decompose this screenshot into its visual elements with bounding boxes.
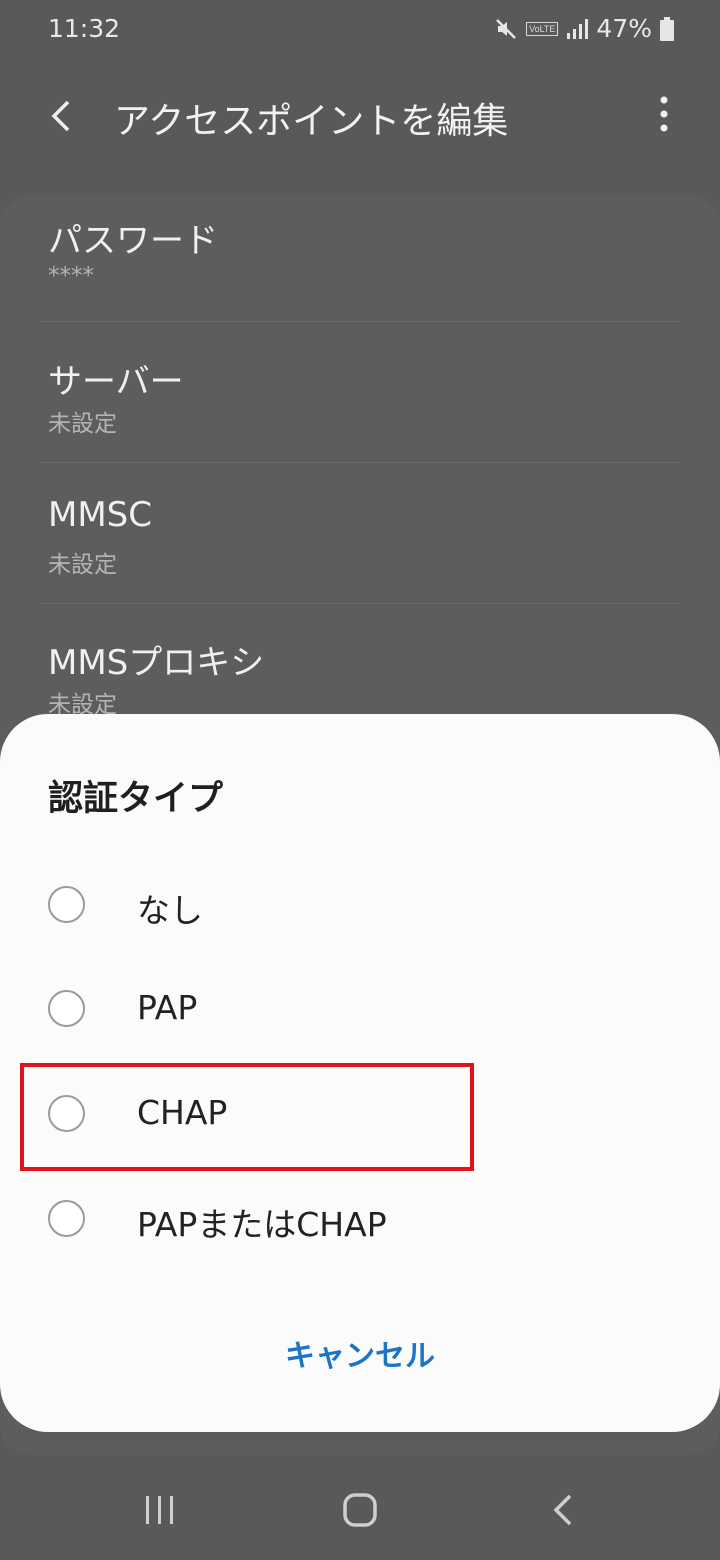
divider [40,321,680,322]
option-none[interactable]: なし [0,854,720,958]
recent-apps-button[interactable] [136,1490,184,1530]
setting-title: MMSプロキシ [48,643,265,683]
highlight-annotation [20,1063,474,1171]
back-icon [553,1494,572,1526]
setting-title: パスワード [48,221,218,261]
setting-value: 未設定 [48,552,117,578]
app-bar: アクセスポイントを編集 [0,70,720,160]
recent-apps-icon [146,1496,173,1524]
volte-icon: VoLTE [526,21,559,36]
battery-icon [660,16,674,41]
mute-icon [494,17,518,41]
home-icon [343,1493,377,1527]
setting-value: 未設定 [48,411,117,437]
nav-back-button[interactable] [540,1490,588,1530]
option-label: PAPまたはCHAP [137,1205,387,1244]
option-label: PAP [137,988,198,1027]
radio-button[interactable] [48,990,85,1027]
status-time: 11:32 [48,14,121,43]
navigation-bar [0,1460,720,1560]
setting-item-mmsc[interactable]: MMSC 未設定 [48,477,680,617]
divider [40,462,680,463]
more-options-button[interactable] [652,94,676,134]
back-button[interactable] [40,92,88,140]
setting-title: サーバー [48,362,184,402]
setting-item-server[interactable]: サーバー 未設定 [48,336,680,476]
option-pap-or-chap[interactable]: PAPまたはCHAP [0,1168,720,1272]
cancel-button[interactable]: キャンセル [250,1324,470,1390]
auth-type-dialog: 認証タイプ なし PAP CHAP PAPまたはCHAP キャンセル [0,714,720,1432]
setting-title: MMSC [48,495,152,535]
divider [40,603,680,604]
setting-item-password[interactable]: パスワード **** [48,195,680,335]
radio-button[interactable] [48,886,85,923]
status-icons: VoLTE 47% [494,14,674,43]
more-vertical-icon [660,96,668,132]
page-title: アクセスポイントを編集 [114,101,509,142]
home-button[interactable] [336,1490,384,1530]
dialog-title: 認証タイプ [48,779,224,819]
chevron-left-icon [51,100,70,132]
status-bar: 11:32 VoLTE 47% [0,0,720,58]
setting-value: **** [48,263,94,289]
battery-percent: 47% [596,14,652,43]
signal-icon [566,18,589,40]
option-label: なし [137,891,203,930]
radio-button[interactable] [48,1200,85,1237]
option-pap[interactable]: PAP [0,958,720,1062]
